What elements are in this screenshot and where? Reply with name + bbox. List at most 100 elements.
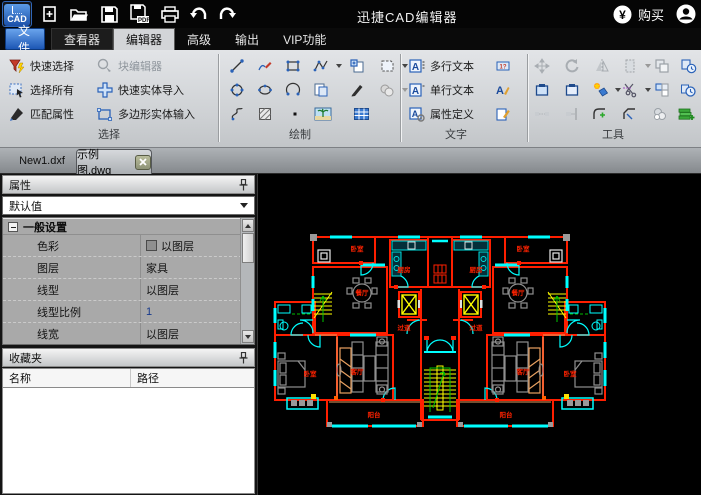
match-properties-button[interactable]: 匹配属性 <box>8 104 74 124</box>
draw-arc-button[interactable] <box>284 80 302 100</box>
draw-sketch-button[interactable] <box>256 56 274 76</box>
copy-object-button[interactable] <box>312 80 330 100</box>
region-button[interactable] <box>378 80 408 100</box>
draw-ellipse-button[interactable] <box>256 80 274 100</box>
block-editor-button[interactable]: 块编辑器 <box>96 56 162 76</box>
time-copy-button[interactable] <box>679 56 697 76</box>
undo-button[interactable] <box>186 2 212 26</box>
properties-scrollbar[interactable] <box>240 218 254 344</box>
column-header-name[interactable]: 名称 <box>3 369 131 387</box>
draw-rectangle-button[interactable] <box>284 56 302 76</box>
triangle-up-icon <box>245 224 251 228</box>
chamfer-button[interactable] <box>621 104 639 124</box>
pin-icon[interactable] <box>239 179 248 191</box>
draw-circle-button[interactable] <box>228 80 246 100</box>
property-value: 以图层 <box>146 282 179 298</box>
rotate-tool-button[interactable] <box>563 56 581 76</box>
tab-sample-dwg[interactable]: 示例图.dwg <box>76 149 152 174</box>
group-button[interactable] <box>653 80 671 100</box>
menu-output[interactable]: 输出 <box>223 28 271 50</box>
menu-vip[interactable]: VIP功能 <box>271 28 338 50</box>
property-row-linetype[interactable]: 线型 以图层 <box>3 279 242 301</box>
draw-polyline-button[interactable] <box>312 56 342 76</box>
erase-button[interactable] <box>591 80 621 100</box>
open-file-button[interactable] <box>66 2 92 26</box>
quick-select-button[interactable]: 快速选择 <box>8 56 74 76</box>
menu-viewer[interactable]: 查看器 <box>51 28 113 50</box>
save-as-pdf-button[interactable]: PDF <box>126 2 152 26</box>
move-tool-button[interactable] <box>533 56 551 76</box>
scroll-up-button[interactable] <box>242 219 254 232</box>
drawing-canvas[interactable]: 卧室 厨房 餐厅 过道 客厅 卧室 阳台 卧室 厨房 餐厅 过道 客厅 卧室 阳… <box>258 174 701 495</box>
polygon-entity-input-button[interactable]: 多边形实体输入 <box>96 104 195 124</box>
tools-group-label: 工具 <box>602 126 624 142</box>
offset-icon <box>621 58 639 75</box>
property-row-linetype-scale[interactable]: 线型比例 1 <box>3 301 242 323</box>
fillet-button[interactable] <box>591 104 609 124</box>
favorites-list-empty[interactable] <box>2 388 255 494</box>
pin-icon[interactable] <box>239 352 248 364</box>
ribbon-toolbar: 快速选择 块编辑器 选择所有 快速实体导入 匹配属性 <box>0 50 701 148</box>
paste-button[interactable] <box>533 80 551 100</box>
align-button[interactable] <box>563 104 581 124</box>
scroll-down-button[interactable] <box>242 330 254 343</box>
time-view-button[interactable] <box>679 80 697 100</box>
redo-arrow-icon <box>217 5 237 23</box>
room-label: 餐厅 <box>355 288 370 297</box>
draw-boundary-button[interactable] <box>378 56 408 76</box>
collapse-minus-icon[interactable] <box>8 222 18 232</box>
property-row-layer[interactable]: 图层 家具 <box>3 257 242 279</box>
side-panel: 属性 默认值 一般设置 色彩 以图层 图层 <box>0 174 258 495</box>
tab-new1-dxf[interactable]: New1.dxf <box>10 148 74 174</box>
menu-editor[interactable]: 编辑器 <box>113 28 175 50</box>
draw-point-button[interactable] <box>286 104 304 124</box>
insert-image-button[interactable] <box>314 104 332 124</box>
draw-line-button[interactable] <box>228 56 246 76</box>
text-style-button[interactable]: A <box>494 80 512 100</box>
save-button[interactable] <box>96 2 122 26</box>
preset-dropdown[interactable]: 默认值 <box>2 196 255 215</box>
attribute-define-button[interactable]: A 属性定义 <box>408 104 474 124</box>
redo-button[interactable] <box>214 2 240 26</box>
property-row-lineweight[interactable]: 线宽 以图层 <box>3 323 242 345</box>
draw-spline-button[interactable] <box>228 104 246 124</box>
draw-hatch-button[interactable] <box>256 104 274 124</box>
select-all-button[interactable]: 选择所有 <box>8 80 74 100</box>
menu-file[interactable]: 文件 <box>5 28 45 50</box>
user-account-icon[interactable] <box>675 3 697 25</box>
offset-tool-button[interactable] <box>621 56 651 76</box>
new-file-button[interactable] <box>36 2 62 26</box>
paste-special-button[interactable] <box>563 80 581 100</box>
column-header-path[interactable]: 路径 <box>131 369 254 387</box>
preset-value: 默认值 <box>9 198 42 214</box>
block-editor-icon <box>96 58 114 75</box>
trim-button[interactable] <box>621 80 651 100</box>
tab-close-button[interactable] <box>135 155 151 170</box>
print-button[interactable] <box>157 2 183 26</box>
numbering-button[interactable]: 1? <box>494 56 512 76</box>
property-row-color[interactable]: 色彩 以图层 <box>3 235 242 257</box>
insert-block-button[interactable] <box>348 56 366 76</box>
room-label: 阳台 <box>368 410 382 419</box>
save-floppy-icon <box>100 5 119 24</box>
insert-table-button[interactable] <box>352 104 370 124</box>
buy-button[interactable]: 购买 <box>638 5 664 24</box>
clipboard-icon <box>563 82 581 99</box>
quick-entity-import-button[interactable]: 快速实体导入 <box>96 80 184 100</box>
mirror-tool-button[interactable] <box>593 56 611 76</box>
draw-pen-button[interactable] <box>348 80 366 100</box>
spline-icon <box>228 106 246 123</box>
dimension-button[interactable] <box>533 104 551 124</box>
dropdown-caret <box>645 64 651 68</box>
numbering-icon: 1? <box>494 58 512 75</box>
property-category-row[interactable]: 一般设置 <box>3 218 242 235</box>
edit-text-button[interactable] <box>494 104 512 124</box>
scrollbar-thumb[interactable] <box>242 233 254 263</box>
library-button[interactable] <box>677 104 695 124</box>
multiline-text-button[interactable]: A 多行文本 <box>408 56 474 76</box>
copy-tool-button[interactable] <box>653 56 671 76</box>
menu-advanced[interactable]: 高级 <box>175 28 223 50</box>
blocks-button[interactable] <box>651 104 669 124</box>
chamfer-corner-icon <box>621 106 639 123</box>
singleline-text-button[interactable]: A 单行文本 <box>408 80 474 100</box>
